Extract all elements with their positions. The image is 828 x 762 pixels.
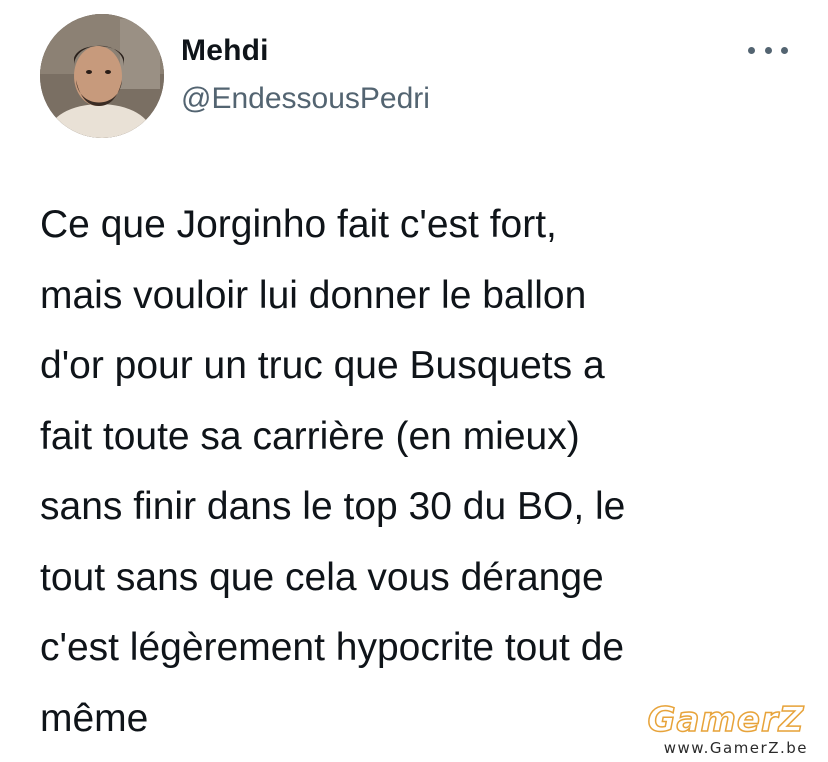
watermark-url: www.GamerZ.be [663,739,808,757]
tweet-text: Ce que Jorginho fait c'est fort, mais vo… [40,203,626,740]
more-dot [764,46,772,54]
tweet-card: Mehdi @EndessousPedri Ce que Jorginho fa… [0,0,828,762]
watermark: GamerZ www.GamerZ.be [640,699,812,760]
avatar[interactable] [40,14,164,138]
user-handle[interactable]: @EndessousPedri [181,82,430,116]
more-dot [748,46,755,54]
watermark-logo: GamerZ [647,699,805,741]
more-horizontal-icon[interactable] [748,38,788,62]
avatar-photo [40,14,164,138]
display-name[interactable]: Mehdi [181,34,269,68]
more-dot [781,46,788,54]
